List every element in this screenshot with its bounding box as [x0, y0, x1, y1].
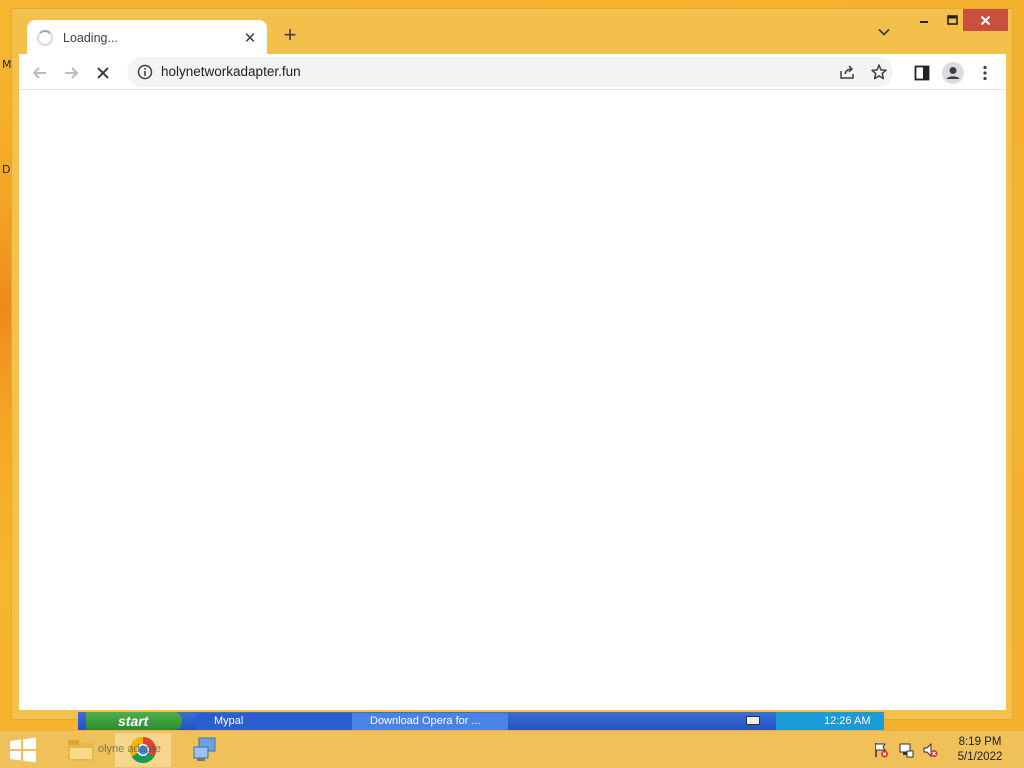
maximize-icon	[946, 14, 958, 25]
tab-strip: Loading... ✕ +	[12, 9, 1012, 55]
computer-network-icon	[193, 737, 216, 761]
keyboard-icon	[746, 716, 760, 725]
stop-x-icon	[97, 67, 109, 79]
side-panel-button[interactable]	[910, 61, 934, 85]
xp-taskbar-button[interactable]: Download Opera for ...	[352, 713, 508, 730]
tab-search-button[interactable]	[872, 25, 896, 49]
loading-spinner-icon	[37, 29, 53, 46]
folder-icon	[68, 740, 94, 761]
desktop-icon-label-fragment: D	[2, 163, 11, 176]
url-text[interactable]: holynetworkadapter.fun	[161, 64, 301, 79]
back-button[interactable]	[28, 61, 52, 85]
chevron-down-icon	[878, 28, 890, 36]
bookmark-star-button[interactable]	[867, 60, 891, 84]
taskbar-ghost-label: olyne adapte	[98, 743, 161, 755]
side-panel-icon	[914, 65, 930, 81]
chrome-menu-button[interactable]	[973, 61, 997, 85]
kebab-menu-icon	[983, 65, 987, 81]
xp-tray-clock: 12:26 AM	[776, 712, 884, 730]
share-button[interactable]	[835, 60, 859, 84]
network-status-icon[interactable]	[898, 742, 914, 758]
avatar-icon	[942, 62, 964, 84]
arrow-right-icon	[65, 67, 79, 79]
address-bar[interactable]: holynetworkadapter.fun	[127, 57, 893, 87]
volume-muted-icon[interactable]	[922, 742, 938, 758]
tab-close-button[interactable]: ✕	[237, 29, 263, 47]
clock-date: 5/1/2022	[957, 751, 1003, 763]
browser-toolbar: holynetworkadapter.fun	[19, 54, 1006, 90]
new-tab-button[interactable]: +	[277, 23, 303, 49]
taskbar: olyne adapte 8:19 PM 5/1/2022	[0, 730, 1024, 768]
xp-start-button[interactable]: start	[86, 712, 182, 730]
taskbar-clock[interactable]: 8:19 PM 5/1/2022	[948, 735, 1012, 765]
share-icon	[840, 65, 854, 79]
tab-active[interactable]: Loading... ✕	[27, 20, 267, 55]
windows-start-button[interactable]	[8, 737, 40, 763]
forward-button[interactable]	[59, 61, 83, 85]
close-icon	[980, 15, 991, 25]
profile-button[interactable]	[941, 61, 965, 85]
arrow-left-icon	[32, 67, 46, 79]
clock-time: 8:19 PM	[958, 736, 1002, 748]
browser-window: Loading... ✕ + holynetworkadapter.fun	[11, 8, 1013, 720]
xp-taskbar: start Mypal Download Opera for ... 12:26…	[78, 712, 884, 730]
star-icon	[871, 64, 887, 80]
close-window-button[interactable]	[963, 9, 1008, 31]
tab-title: Loading...	[63, 30, 118, 45]
windows-logo-icon	[10, 737, 36, 763]
taskbar-network-app[interactable]	[178, 732, 234, 768]
xp-taskbar-button[interactable]: Mypal	[196, 713, 352, 730]
site-info-icon[interactable]	[137, 64, 153, 85]
minimize-icon	[920, 21, 928, 23]
stop-loading-button[interactable]	[91, 61, 115, 85]
action-center-flag-icon[interactable]	[873, 742, 889, 758]
minimize-button[interactable]	[909, 9, 939, 31]
page-content-area[interactable]	[19, 90, 1006, 710]
